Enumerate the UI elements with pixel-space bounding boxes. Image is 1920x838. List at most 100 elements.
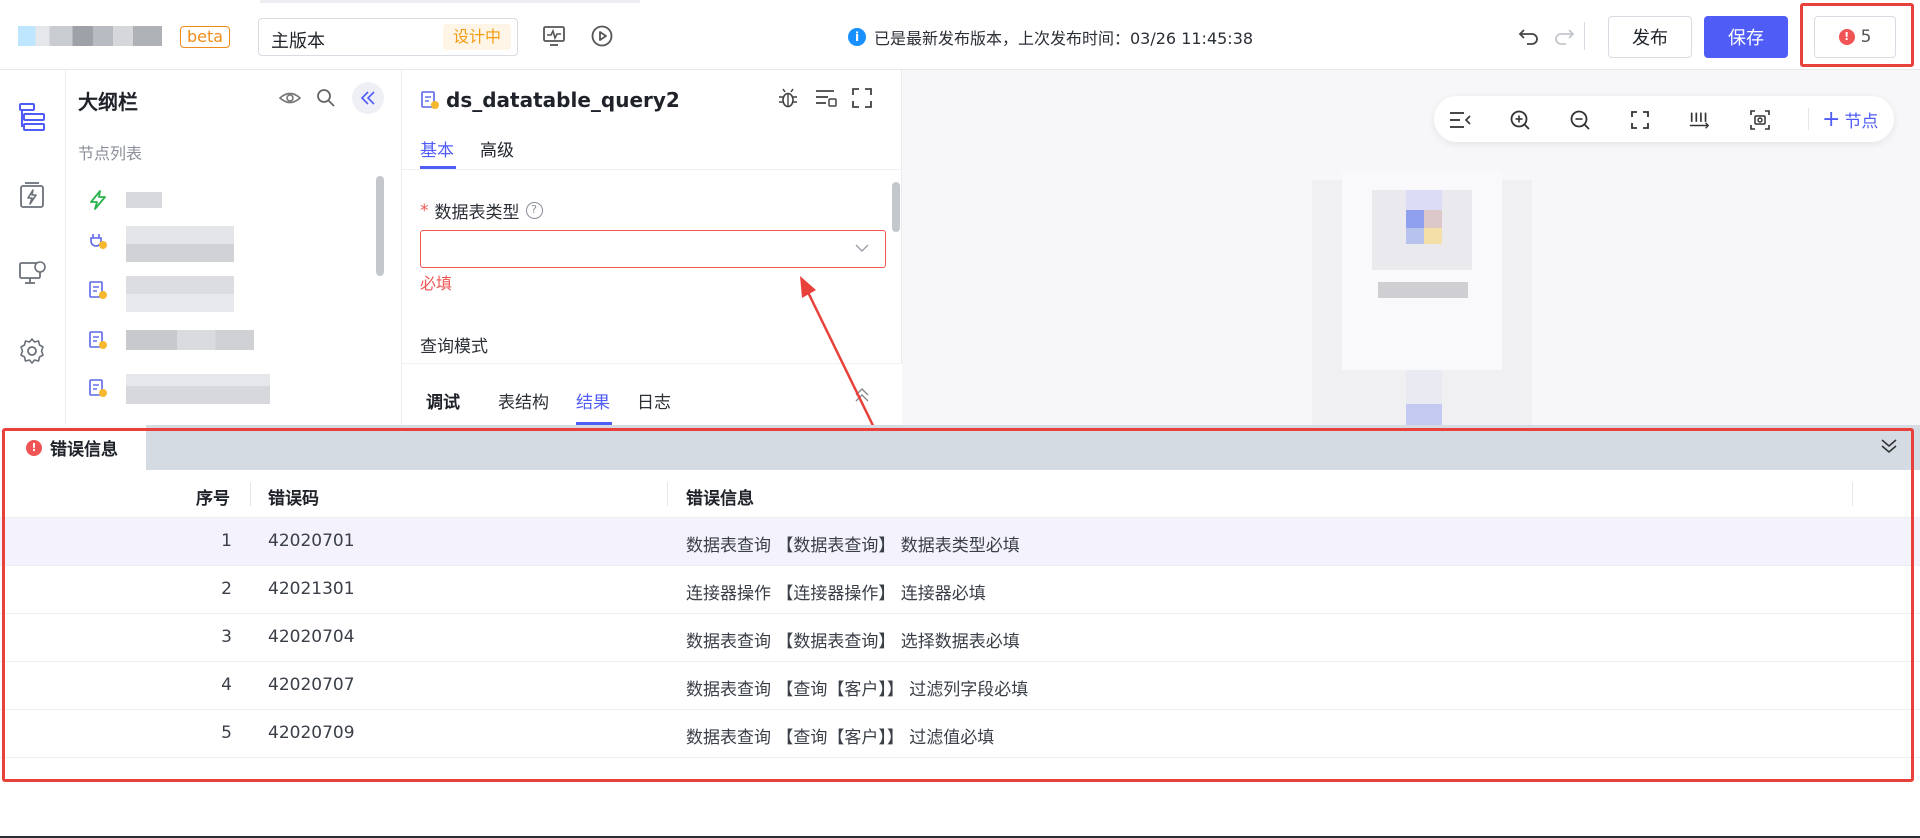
search-icon[interactable] xyxy=(312,84,340,112)
tab-log[interactable]: 日志 xyxy=(637,388,671,413)
outline-nav-icon[interactable] xyxy=(17,102,47,132)
layout-icon[interactable] xyxy=(1448,108,1472,132)
datatable-query-icon xyxy=(89,379,107,397)
tab-debug[interactable]: 调试 xyxy=(426,388,460,413)
node-item[interactable] xyxy=(88,276,318,316)
fullscreen-icon[interactable] xyxy=(848,84,876,112)
error-count-button[interactable]: ! 5 xyxy=(1814,16,1896,58)
align-nodes-icon[interactable] xyxy=(1688,108,1712,132)
property-scrollbar[interactable] xyxy=(892,182,900,232)
datatable-query-icon xyxy=(89,281,107,299)
add-node-button[interactable]: + 节点 xyxy=(1822,107,1878,132)
debug-bug-icon[interactable] xyxy=(774,84,802,112)
row-message: 数据表查询 【数据表查询】 选择数据表必填 xyxy=(686,632,1020,652)
fit-view-icon[interactable] xyxy=(1628,108,1652,132)
datatable-type-label-text: 数据表类型 xyxy=(434,203,520,223)
blurred-node-icon xyxy=(1406,190,1442,210)
tab-advanced[interactable]: 高级 xyxy=(480,136,514,161)
row-message: 数据表查询 【查询【客户】】 过滤列字段必填 xyxy=(686,680,1029,700)
table-row[interactable]: 4 42020707 数据表查询 【查询【客户】】 过滤列字段必填 xyxy=(0,662,1920,710)
row-index: 2 xyxy=(221,579,232,599)
publish-status-text: 已是最新发布版本，上次发布时间：03/26 11:45:38 xyxy=(874,29,1254,48)
row-message: 数据表查询 【数据表查询】 数据表类型必填 xyxy=(686,536,1020,556)
error-count: 5 xyxy=(1860,27,1872,47)
blurred-node-icon xyxy=(1424,228,1442,244)
tab-result[interactable]: 结果 xyxy=(576,388,610,413)
node-item[interactable] xyxy=(88,226,318,266)
beta-badge: beta xyxy=(180,26,231,48)
redo-icon[interactable] xyxy=(1550,22,1578,50)
table-row[interactable]: 1 42020701 数据表查询 【数据表查询】 数据表类型必填 xyxy=(0,518,1920,566)
blurred-node-icon xyxy=(1424,210,1442,228)
column-separator xyxy=(1852,482,1853,506)
datatable-query-icon xyxy=(421,91,439,109)
row-index: 5 xyxy=(221,723,232,743)
tab-error-info[interactable]: ! 错误信息 xyxy=(0,425,146,470)
zoom-out-icon[interactable] xyxy=(1568,108,1592,132)
column-header-message: 错误信息 xyxy=(686,489,754,509)
table-row[interactable]: 3 42020704 数据表查询 【数据表查询】 选择数据表必填 xyxy=(0,614,1920,662)
run-icon[interactable] xyxy=(588,22,616,50)
row-index: 4 xyxy=(221,675,232,695)
version-selector[interactable]: 主版本 设计中 xyxy=(258,18,518,56)
publish-status: i 已是最新发布版本，上次发布时间：03/26 11:45:38 xyxy=(848,25,1253,49)
row-code: 42020701 xyxy=(268,531,355,551)
node-list-label: 节点列表 xyxy=(78,144,143,163)
canvas-toolbar: + 节点 xyxy=(1434,96,1894,142)
error-icon: ! xyxy=(1838,29,1855,45)
zoom-in-icon[interactable] xyxy=(1508,108,1532,132)
monitor-icon[interactable] xyxy=(540,22,568,50)
add-node-label: 节点 xyxy=(1844,112,1879,132)
trigger-bolt-icon xyxy=(90,190,106,210)
datatable-type-label: * 数据表类型 ? xyxy=(420,198,543,223)
node-item[interactable] xyxy=(88,374,318,414)
column-header-code: 错误码 xyxy=(268,489,319,509)
row-code: 42020704 xyxy=(268,627,355,647)
required-marker: * xyxy=(420,200,429,221)
tab-table-structure[interactable]: 表结构 xyxy=(498,388,549,413)
collapse-panel-button[interactable] xyxy=(352,82,384,114)
error-panel: ! 错误信息 序号 错误码 错误信息 1 42020701 数据表查询 【数据表… xyxy=(0,425,1920,838)
row-index: 3 xyxy=(221,627,232,647)
help-icon[interactable]: ? xyxy=(525,202,543,219)
double-chevron-down-icon[interactable] xyxy=(1880,437,1898,455)
error-tab-title: 错误信息 xyxy=(50,440,118,460)
list-settings-icon[interactable] xyxy=(812,84,840,112)
publish-button[interactable]: 发布 xyxy=(1608,16,1692,58)
flow-canvas[interactable]: + 节点 xyxy=(902,70,1920,425)
column-header-index: 序号 xyxy=(196,489,230,509)
app-logo[interactable] xyxy=(18,26,162,46)
monitor-settings-nav-icon[interactable] xyxy=(17,258,47,288)
row-code: 42021301 xyxy=(268,579,355,599)
screenshot-icon[interactable] xyxy=(1748,108,1772,132)
outline-scrollbar[interactable] xyxy=(376,176,384,276)
node-item[interactable] xyxy=(88,186,318,226)
outline-title: 大纲栏 xyxy=(78,90,138,114)
blurred-node-icon xyxy=(1406,228,1424,244)
blurred-node-icon xyxy=(1406,404,1442,425)
left-rail xyxy=(0,70,66,425)
save-button[interactable]: 保存 xyxy=(1704,16,1788,58)
undo-icon[interactable] xyxy=(1515,22,1543,50)
tab-basic[interactable]: 基本 xyxy=(420,136,454,161)
blurred-node-icon xyxy=(1406,210,1424,228)
trigger-nav-icon[interactable] xyxy=(17,180,47,210)
version-status-badge: 设计中 xyxy=(442,24,511,50)
plus-icon: + xyxy=(1822,106,1841,132)
node-item[interactable] xyxy=(88,326,318,366)
row-code: 42020707 xyxy=(268,675,355,695)
datatable-type-select[interactable] xyxy=(420,230,886,268)
top-header: beta 主版本 设计中 i 已是最新发布版本，上次发布时间：03/26 11:… xyxy=(0,0,1920,70)
query-mode-label: 查询模式 xyxy=(420,337,488,357)
settings-gear-icon[interactable] xyxy=(17,336,47,366)
version-name: 主版本 xyxy=(271,31,325,52)
datatable-query-icon xyxy=(89,331,107,349)
table-row[interactable]: 5 42020709 数据表查询 【查询【客户】】 过滤值必填 xyxy=(0,710,1920,758)
table-row[interactable]: 2 42021301 连接器操作 【连接器操作】 连接器必填 xyxy=(0,566,1920,614)
visibility-icon[interactable] xyxy=(276,84,304,112)
double-chevron-left-icon xyxy=(360,91,375,105)
error-icon: ! xyxy=(26,439,42,456)
error-table-header: 序号 错误码 错误信息 xyxy=(0,470,1920,518)
row-message: 连接器操作 【连接器操作】 连接器必填 xyxy=(686,584,986,604)
chevron-down-icon xyxy=(855,244,869,252)
